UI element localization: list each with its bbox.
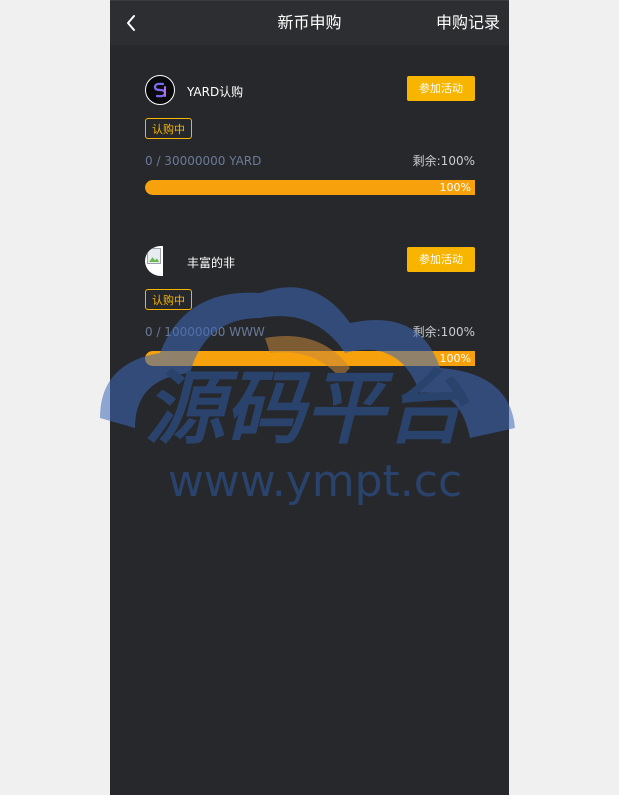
progress-bar: 100%: [145, 180, 475, 195]
progress-fill: [145, 351, 475, 366]
coin-row: YARD认购 参加活动: [145, 74, 475, 108]
remaining-percent: 剩余:100%: [412, 154, 475, 168]
offering-card-yard: YARD认购 参加活动 认购中 0 / 30000000 YARD 剩余:100…: [145, 74, 475, 195]
broken-image-icon: [145, 246, 177, 276]
coin-row: 丰富的非 参加活动: [145, 245, 475, 279]
subscription-record-link[interactable]: 申购记录: [436, 13, 500, 33]
offering-card-www: 丰富的非 参加活动 认购中 0 / 10000000 WWW 剩余:100% 1…: [145, 245, 475, 366]
coin-name: 丰富的非: [187, 256, 236, 270]
subscribed-amount: 0 / 10000000 WWW: [145, 325, 265, 339]
remaining-percent: 剩余:100%: [412, 325, 475, 339]
subscribed-amount: 0 / 30000000 YARD: [145, 154, 262, 168]
app-screen: 新币申购 申购记录 YARD认购 参加活动 认购中 0 / 30000000 Y…: [110, 0, 509, 795]
yard-logo-icon: [145, 75, 175, 105]
progress-label: 100%: [439, 352, 471, 365]
status-badge: 认购中: [145, 118, 192, 139]
top-nav-bar: 新币申购 申购记录: [110, 0, 509, 45]
join-activity-button[interactable]: 参加活动: [407, 247, 475, 272]
progress-label: 100%: [439, 181, 471, 194]
progress-fill: [145, 180, 475, 195]
progress-bar: 100%: [145, 351, 475, 366]
status-badge: 认购中: [145, 289, 192, 310]
coin-name: YARD认购: [187, 85, 244, 99]
join-activity-button[interactable]: 参加活动: [407, 76, 475, 101]
